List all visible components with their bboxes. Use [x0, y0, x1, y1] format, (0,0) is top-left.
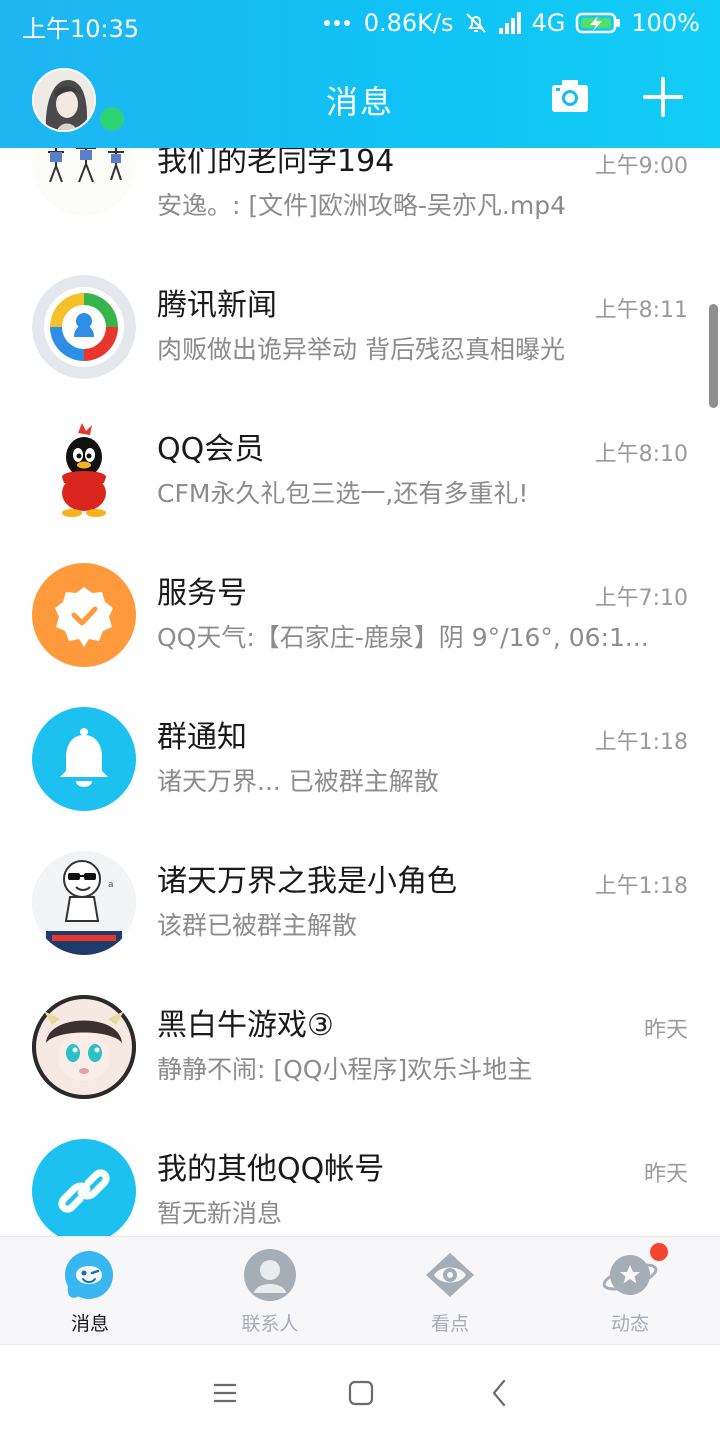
cartoon-sunglasses-icon: a: [32, 851, 136, 955]
signal-icon: [498, 12, 521, 34]
conversation-name: 服务号: [157, 576, 247, 611]
conversation-item[interactable]: QQ会员 CFM永久礼包三选一,还有多重礼! 上午8:10: [0, 414, 720, 558]
more-dots-icon: [323, 20, 350, 26]
conversation-preview: QQ天气:【石家庄-鹿泉】阴 9°/16°, 06:1...: [157, 623, 649, 652]
conversation-name: QQ会员: [157, 432, 265, 467]
conversation-preview: 静静不闹: [QQ小程序]欢乐斗地主: [157, 1055, 533, 1084]
conversation-item[interactable]: 我的其他QQ帐号 暂无新消息 昨天: [0, 1134, 720, 1236]
conversation-list[interactable]: 我们的老同学194 安逸。: [文件]欧洲攻略-吴亦凡.mp4 上午9:00 腾…: [0, 130, 720, 1236]
status-time: 上午10:35: [22, 15, 140, 43]
service-avatar: [32, 563, 136, 667]
svg-text:a: a: [108, 880, 114, 890]
network-type: 4G: [531, 9, 566, 37]
conversation-preview: CFM永久礼包三选一,还有多重礼!: [157, 479, 529, 508]
conversation-preview: 安逸。: [文件]欧洲攻略-吴亦凡.mp4: [157, 191, 566, 220]
app-header: 上午10:35 0.86K/s 4G 100% 消息: [0, 0, 720, 148]
conversation-name: 黑白牛游戏③: [157, 1008, 334, 1043]
group-avatar: a: [32, 851, 136, 955]
bottom-tab-bar: 消息 联系人 看点 动态: [0, 1236, 720, 1344]
conversation-item[interactable]: 腾讯新闻 肉贩做出诡异举动 背后残忍真相曝光 上午8:11: [0, 270, 720, 414]
title-row: 消息: [0, 50, 720, 148]
tab-moments[interactable]: 动态: [540, 1237, 720, 1345]
moments-notification-badge: [650, 1243, 668, 1261]
qq-member-avatar: [32, 419, 136, 523]
system-nav-bar: [0, 1344, 720, 1440]
conversation-time: 上午7:10: [594, 586, 688, 611]
conversation-time: 上午1:18: [594, 874, 688, 899]
service-badge-icon: [55, 587, 113, 647]
conversation-time: 昨天: [643, 1162, 688, 1187]
conversation-preview: 该群已被群主解散: [157, 911, 358, 940]
tencent-news-avatar: [32, 275, 136, 379]
conversation-item[interactable]: a 诸天万界之我是小角色 该群已被群主解散 上午1:18: [0, 846, 720, 990]
tab-watch[interactable]: 看点: [360, 1237, 540, 1345]
conversation-preview: 暂无新消息: [157, 1199, 283, 1228]
battery-charging-icon: [576, 12, 621, 34]
conversation-time: 上午8:11: [594, 298, 688, 323]
tab-contacts[interactable]: 联系人: [180, 1237, 360, 1345]
group-avatar: [32, 995, 136, 1099]
home-icon[interactable]: [343, 1375, 379, 1411]
group-notice-avatar: [32, 707, 136, 811]
other-accounts-avatar: [32, 1139, 136, 1236]
anime-cow-girl-icon: [32, 995, 136, 1099]
conversation-time: 上午8:10: [594, 442, 688, 467]
conversation-item[interactable]: 群通知 诸天万界... 已被群主解散 上午1:18: [0, 702, 720, 846]
planet-star-icon: [602, 1255, 658, 1295]
qq-penguin-icon: [32, 419, 136, 523]
tab-label: 动态: [610, 1313, 649, 1335]
conversation-name: 我的其他QQ帐号: [157, 1152, 385, 1187]
back-icon[interactable]: [482, 1375, 518, 1411]
list-scrollbar[interactable]: [709, 304, 718, 408]
conversation-time: 上午9:00: [594, 154, 688, 179]
mute-bell-icon: [465, 13, 486, 33]
conversation-name: 诸天万界之我是小角色: [157, 864, 457, 899]
tab-label: 联系人: [241, 1313, 299, 1335]
net-speed: 0.86K/s: [363, 9, 454, 37]
status-indicators: 0.86K/s 4G 100%: [323, 9, 700, 37]
tencent-news-logo-icon: [32, 275, 136, 379]
conversation-time: 上午1:18: [594, 730, 688, 755]
battery-level: 100%: [631, 9, 700, 37]
add-icon[interactable]: [642, 76, 684, 118]
status-bar: 上午10:35 0.86K/s 4G 100%: [0, 0, 720, 50]
conversation-name: 群通知: [157, 720, 247, 755]
smiley-chat-icon: [65, 1251, 113, 1299]
conversation-time: 昨天: [643, 1018, 688, 1043]
eye-icon: [426, 1253, 474, 1297]
menu-icon[interactable]: [207, 1375, 243, 1411]
conversation-name: 腾讯新闻: [157, 288, 277, 323]
tab-label: 消息: [70, 1313, 109, 1335]
link-icon: [58, 1169, 110, 1213]
bell-icon: [60, 728, 108, 787]
conversation-item[interactable]: 我们的老同学194 安逸。: [文件]欧洲攻略-吴亦凡.mp4 上午9:00: [0, 130, 720, 270]
contact-person-icon: [244, 1249, 296, 1301]
conversation-preview: 肉贩做出诡异举动 背后残忍真相曝光: [157, 335, 565, 364]
page-title: 消息: [325, 83, 394, 121]
conversation-item[interactable]: 服务号 QQ天气:【石家庄-鹿泉】阴 9°/16°, 06:1... 上午7:1…: [0, 558, 720, 702]
tab-label: 看点: [430, 1313, 469, 1335]
conversation-preview: 诸天万界... 已被群主解散: [157, 767, 439, 796]
tab-messages[interactable]: 消息: [0, 1237, 180, 1345]
camera-icon[interactable]: [550, 76, 590, 116]
conversation-item[interactable]: 黑白牛游戏③ 静静不闹: [QQ小程序]欢乐斗地主 昨天: [0, 990, 720, 1134]
